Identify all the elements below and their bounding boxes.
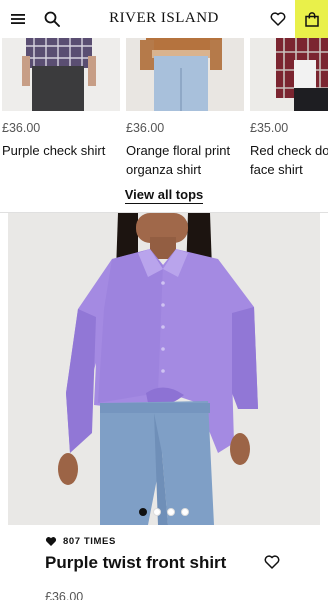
product-photo xyxy=(8,213,320,525)
product-card[interactable]: £36.00 Purple check shirt xyxy=(2,38,120,160)
search-icon xyxy=(44,11,60,27)
product-name[interactable]: Red check do face shirt xyxy=(250,141,328,179)
gallery-dot[interactable] xyxy=(139,508,147,516)
product-image[interactable] xyxy=(2,38,120,111)
search-button[interactable] xyxy=(40,0,64,38)
product-name[interactable]: Orange floral print organza shirt xyxy=(126,141,244,179)
view-all-tops-link[interactable]: View all tops xyxy=(124,187,204,204)
product-info: 807 TIMES Purple twist front shirt £36.0… xyxy=(0,525,328,600)
product-image[interactable] xyxy=(126,38,244,111)
heart-filled-icon xyxy=(45,537,57,546)
product-carousel[interactable]: £36.00 Purple check shirt £36.00 Orange … xyxy=(0,38,328,186)
menu-icon xyxy=(11,14,25,24)
product-price: £36.00 xyxy=(45,590,84,600)
gallery-dots xyxy=(8,508,320,516)
product-card[interactable]: £36.00 Orange floral print organza shirt xyxy=(126,38,244,179)
heart-icon xyxy=(270,12,286,26)
product-price: £36.00 xyxy=(126,121,165,135)
product-card[interactable]: £35.00 Red check do face shirt xyxy=(250,38,328,179)
add-to-wishlist-button[interactable] xyxy=(264,555,282,573)
gallery-dot[interactable] xyxy=(181,508,189,516)
bag-button[interactable] xyxy=(295,0,328,38)
product-price: £36.00 xyxy=(2,121,41,135)
bag-icon xyxy=(304,11,319,27)
gallery-dot[interactable] xyxy=(153,508,161,516)
product-name[interactable]: Purple check shirt xyxy=(2,141,120,160)
wishlist-count: 807 TIMES xyxy=(45,536,116,547)
heart-icon xyxy=(264,555,280,569)
menu-button[interactable] xyxy=(6,0,30,38)
product-image[interactable] xyxy=(250,38,328,111)
gallery-dot[interactable] xyxy=(167,508,175,516)
wishlist-count-text: 807 TIMES xyxy=(63,536,116,547)
product-hero-image[interactable] xyxy=(8,213,320,525)
view-all-container: View all tops xyxy=(0,186,328,204)
product-title: Purple twist front shirt xyxy=(45,553,227,572)
product-price: £35.00 xyxy=(250,121,289,135)
top-header: RIVER ISLAND xyxy=(0,0,328,38)
wishlist-button[interactable] xyxy=(264,0,292,38)
